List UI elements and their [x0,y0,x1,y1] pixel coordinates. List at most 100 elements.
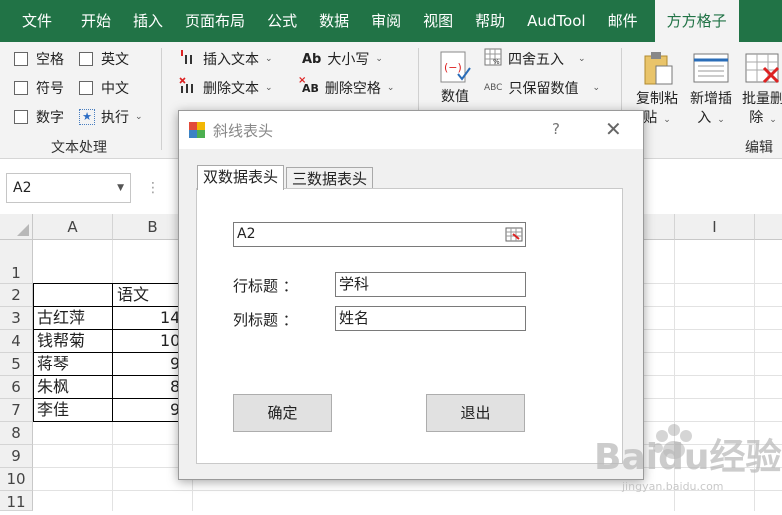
chevron-down-icon[interactable]: ▼ [117,174,124,202]
row-header-2[interactable]: 2 [0,284,33,307]
tab-file[interactable]: 文件 [0,0,70,42]
group-label-text-processing: 文本处理 [51,140,107,156]
tab-insert[interactable]: 插入 [122,0,174,42]
column-header-i[interactable]: I [675,214,755,240]
checkbox-space-label: 空格 [36,52,64,68]
dialog-title: 斜线表头 [213,122,274,140]
dialog-titlebar[interactable]: 斜线表头 ? ✕ [179,111,643,149]
cell-reference-field[interactable]: A2 [233,222,526,247]
checkbox-number[interactable]: 数字 [14,106,64,128]
keep-value-button[interactable]: ABC 只保留数值 ⌄ [484,77,600,99]
cell-a7[interactable]: 李佳 [37,399,69,421]
row-header-3[interactable]: 3 [0,307,33,330]
tab-review[interactable]: 审阅 [360,0,412,42]
row-title-field[interactable]: 学科 [335,272,526,297]
new-insert-button[interactable]: 新增插 入 ⌄ [686,50,736,130]
baidu-watermark: Baidu经验 jingyan.baidu.com [592,420,782,511]
cell-a6[interactable]: 朱枫 [37,376,69,398]
batch-delete-label-line2: 除 [749,110,764,126]
checkbox-symbol-label: 符号 [36,81,64,97]
cell-a4[interactable]: 钱帮菊 [37,330,85,352]
tab-mail[interactable]: 邮件 [597,0,649,42]
tab-view[interactable]: 视图 [412,0,464,42]
insert-text-button[interactable]: 插入文本 ⌄ [179,48,273,70]
checkbox-symbol[interactable]: 符号 [14,77,64,99]
close-icon[interactable]: ✕ [605,117,622,141]
delete-space-button[interactable]: × AB 删除空格 ⌄ [298,75,394,99]
row-header-9[interactable]: 9 [0,445,33,468]
select-all-corner[interactable] [0,214,33,240]
cell-a3[interactable]: 古红萍 [37,307,85,329]
clipboard-icon [644,52,673,85]
batch-delete-label-line1: 批量删 [742,91,782,107]
help-icon[interactable]: ? [552,120,560,138]
tab-page-layout[interactable]: 页面布局 [174,0,256,42]
checkbox-english[interactable]: 英文 [79,48,129,70]
round-button[interactable]: % 四舍五入 ⌄ [484,48,586,70]
name-box-value: A2 [13,180,32,196]
row-header-5[interactable]: 5 [0,353,33,376]
column-header-h[interactable] [643,214,675,240]
tab-formulas[interactable]: 公式 [256,0,308,42]
col-title-label: 列标题 ： [233,311,298,329]
range-select-icon[interactable] [505,226,523,243]
delete-text-icon [179,77,197,99]
case-icon: Ab [302,51,322,67]
value-button[interactable]: (−) 数值 [434,50,476,107]
copy-paste-label-line2: 贴 [643,110,658,126]
delete-text-button[interactable]: 删除文本 ⌄ [179,77,273,99]
cell-reference-value: A2 [237,226,256,242]
value-label: 数值 [441,89,469,105]
checkbox-chinese[interactable]: 中文 [79,77,129,99]
group-label-edit: 编辑 [745,140,773,156]
round-label: 四舍五入 [508,52,564,68]
tab-triple-header[interactable]: 三数据表头 [286,167,374,189]
checkbox-space[interactable]: 空格 [14,48,64,70]
row-header-1[interactable]: 1 [0,240,33,284]
row-header-4[interactable]: 4 [0,330,33,353]
execute-button[interactable]: ★ 执行 ⌄ [79,106,143,128]
new-insert-label-line2: 入 [697,110,712,126]
row-header-11[interactable]: 11 [0,491,33,511]
row-header-8[interactable]: 8 [0,422,33,445]
tab-data[interactable]: 数据 [308,0,360,42]
tab-dual-header[interactable]: 双数据表头 [197,165,285,190]
keep-value-label: 只保留数值 [508,81,579,97]
new-insert-label-line1: 新增插 [690,91,732,107]
round-icon: % [484,48,502,70]
tab-fangfanggezi[interactable]: 方方格子 [654,0,739,42]
formula-bar-grip: ⋮ [146,180,160,196]
delete-text-label: 删除文本 [203,81,259,97]
diagonal-header-dialog: 斜线表头 ? ✕ 双数据表头 三数据表头 A2 行标题 ： 学科 列标题 ： 姓… [178,110,644,480]
checkbox-chinese-label: 中文 [101,81,129,97]
checkbox-english-label: 英文 [101,52,129,68]
checkbox-number-label: 数字 [36,110,64,126]
watermark-brand: Baidu经验 [594,437,781,478]
column-header-a[interactable]: A [33,214,113,240]
tab-help[interactable]: 帮助 [464,0,516,42]
execute-label: 执行 [101,110,129,126]
tab-home[interactable]: 开始 [70,0,122,42]
row-header-10[interactable]: 10 [0,468,33,491]
batch-delete-icon [745,53,780,84]
case-label: 大小写 [327,52,370,68]
svg-text:%: % [493,58,500,66]
case-button[interactable]: Ab 大小写 ⌄ [302,48,383,70]
copy-paste-label-line1: 复制粘 [636,91,678,107]
cell-b2[interactable]: 语文 [117,284,149,306]
svg-text:(−): (−) [444,61,462,74]
app-icon [189,122,205,138]
ok-button[interactable]: 确定 [233,394,332,432]
ribbon-tab-bar: 文件 开始 插入 页面布局 公式 数据 审阅 视图 帮助 AudTool 邮件 … [0,0,782,42]
cell-a5[interactable]: 蒋琴 [37,353,69,375]
col-title-field[interactable]: 姓名 [335,306,526,331]
column-header-j[interactable] [755,214,782,240]
exit-button[interactable]: 退出 [426,394,525,432]
batch-delete-button[interactable]: 批量删 除 ⌄ [738,50,782,130]
row-header-6[interactable]: 6 [0,376,33,399]
row-header-7[interactable]: 7 [0,399,33,422]
tab-audtool[interactable]: AudTool [516,0,596,42]
value-icon: (−) [440,51,471,83]
watermark-url: jingyan.baidu.com [621,480,724,493]
name-box[interactable]: A2 ▼ [6,173,131,203]
